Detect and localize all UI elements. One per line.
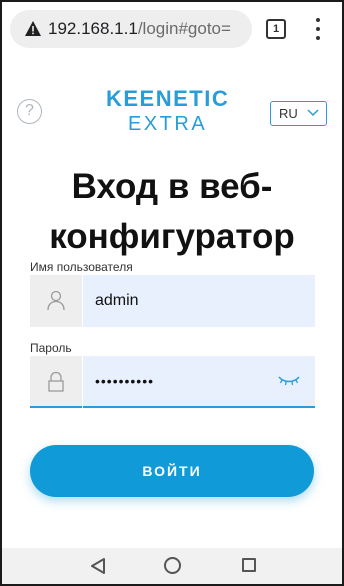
page-title: Вход в веб-конфигуратор <box>49 167 295 256</box>
system-nav-bar <box>2 548 342 584</box>
more-menu-icon[interactable] <box>310 16 326 42</box>
chevron-down-icon <box>307 109 319 117</box>
keenetic-logo: KEENETIC EXTRA <box>102 84 247 136</box>
user-icon <box>47 290 65 311</box>
home-icon[interactable] <box>164 557 181 574</box>
language-select[interactable]: RU <box>270 101 327 126</box>
url-host: 192.168.1.1 <box>48 19 138 38</box>
username-label: Имя пользователя <box>30 260 133 274</box>
address-bar[interactable]: 192.168.1.1/login#goto= <box>10 10 252 48</box>
url-text[interactable]: 192.168.1.1/login#goto= <box>48 19 231 39</box>
logo-brand: KEENETIC <box>106 86 230 111</box>
tab-switcher-button[interactable]: 1 <box>266 19 286 39</box>
password-icon-box <box>30 356 82 408</box>
warning-icon[interactable] <box>24 20 42 38</box>
login-button[interactable]: ВОЙТИ <box>30 445 314 497</box>
username-input[interactable] <box>83 275 315 327</box>
browser-toolbar: 192.168.1.1/login#goto= 1 <box>2 2 342 54</box>
password-label: Пароль <box>30 341 72 355</box>
url-path: /login#goto= <box>137 19 231 38</box>
language-value: RU <box>279 106 298 121</box>
recents-icon[interactable] <box>242 558 256 572</box>
password-focus-underline <box>30 406 82 408</box>
username-icon-box <box>30 275 82 327</box>
eye-closed-icon[interactable] <box>278 372 300 388</box>
lock-icon <box>48 371 64 392</box>
help-icon[interactable]: ? <box>17 99 42 124</box>
logo-model: EXTRA <box>128 113 208 135</box>
back-icon[interactable] <box>90 558 106 574</box>
